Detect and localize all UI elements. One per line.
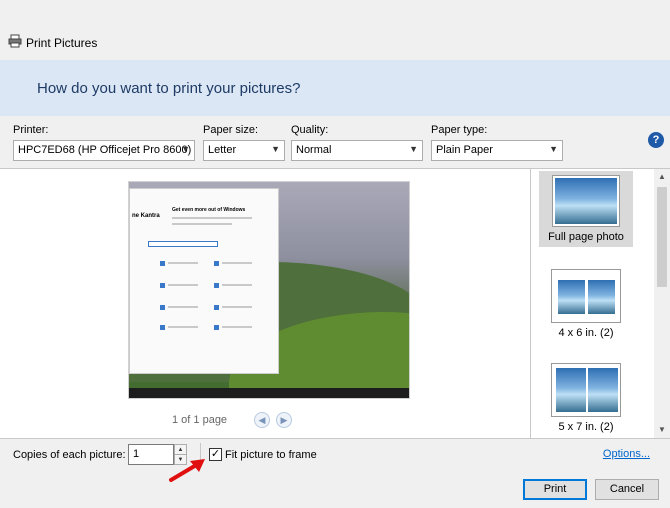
- layout-item-4x6[interactable]: 4 x 6 in. (2): [539, 265, 633, 341]
- window-title: Print Pictures: [26, 36, 98, 50]
- scroll-thumb[interactable]: [657, 187, 667, 287]
- paper-type-select-value: Plain Paper: [436, 144, 493, 156]
- layout-thumbnail: [551, 269, 621, 323]
- printer-select-value: HPC7ED68 (HP Officejet Pro 8600): [18, 144, 192, 156]
- chevron-down-icon: ▼: [181, 144, 190, 154]
- fit-picture-checkbox[interactable]: ✓: [209, 448, 222, 461]
- copies-label: Copies of each picture:: [13, 449, 126, 461]
- layout-label: 5 x 7 in. (2): [558, 421, 614, 433]
- preview-settings-window: ne Kantra Get even more out of Windows: [129, 188, 279, 374]
- quality-select[interactable]: Normal ▼: [291, 140, 423, 161]
- paper-type-select[interactable]: Plain Paper ▼: [431, 140, 563, 161]
- layout-label: 4 x 6 in. (2): [558, 327, 614, 339]
- layout-item-full-page[interactable]: Full page photo: [539, 171, 633, 247]
- paper-size-label: Paper size:: [203, 124, 259, 136]
- quality-label: Quality:: [291, 124, 329, 136]
- paper-size-select[interactable]: Letter ▼: [203, 140, 285, 161]
- quality-select-value: Normal: [296, 144, 332, 156]
- print-button[interactable]: Print: [523, 479, 587, 500]
- chevron-down-icon: ▼: [271, 144, 280, 154]
- dialog-footer: Print Cancel: [0, 470, 670, 508]
- paper-type-label: Paper type:: [431, 124, 488, 136]
- scroll-down-icon[interactable]: ▼: [654, 422, 670, 438]
- preview-profile-name: ne Kantra: [132, 213, 160, 219]
- preview-image: ne Kantra Get even more out of Windows: [128, 181, 410, 399]
- preview-taskbar: [129, 388, 409, 398]
- page-indicator: 1 of 1 page: [172, 414, 228, 426]
- layout-thumbnail: [551, 363, 621, 417]
- previous-page-button[interactable]: ◀: [254, 412, 270, 428]
- header-banner: How do you want to print your pictures?: [0, 60, 670, 116]
- annotation-arrow-icon: [169, 459, 205, 482]
- print-options-row: Printer: HPC7ED68 (HP Officejet Pro 8600…: [0, 116, 670, 168]
- print-preview: ne Kantra Get even more out of Windows 1…: [0, 168, 530, 438]
- layout-scrollbar[interactable]: ▲ ▼: [654, 168, 670, 438]
- chevron-down-icon: ▼: [409, 144, 418, 154]
- increment-icon[interactable]: ▲: [175, 445, 186, 455]
- next-page-button[interactable]: ▶: [276, 412, 292, 428]
- options-link[interactable]: Options...: [603, 448, 650, 460]
- fit-picture-label[interactable]: Fit picture to frame: [225, 449, 317, 461]
- printer-icon: [8, 34, 22, 48]
- layout-thumbnail: [552, 175, 620, 227]
- copies-row: Copies of each picture: 1 ▲ ▼ ✓ Fit pict…: [0, 438, 670, 470]
- page-title: How do you want to print your pictures?: [37, 80, 301, 97]
- chevron-down-icon: ▼: [549, 144, 558, 154]
- paper-size-select-value: Letter: [208, 144, 237, 156]
- help-icon[interactable]: ?: [648, 132, 664, 148]
- preview-card-title: Get even more out of Windows: [172, 207, 246, 213]
- printer-select[interactable]: HPC7ED68 (HP Officejet Pro 8600) ▼: [13, 140, 195, 161]
- scroll-up-icon[interactable]: ▲: [654, 169, 670, 185]
- title-bar: Print Pictures: [0, 0, 670, 60]
- printer-label: Printer:: [13, 124, 49, 136]
- cancel-button[interactable]: Cancel: [595, 479, 659, 500]
- layout-label: Full page photo: [548, 231, 624, 243]
- layout-list: Full page photo 4 x 6 in. (2) 5 x 7 in. …: [530, 168, 654, 438]
- layout-item-5x7[interactable]: 5 x 7 in. (2): [539, 359, 633, 435]
